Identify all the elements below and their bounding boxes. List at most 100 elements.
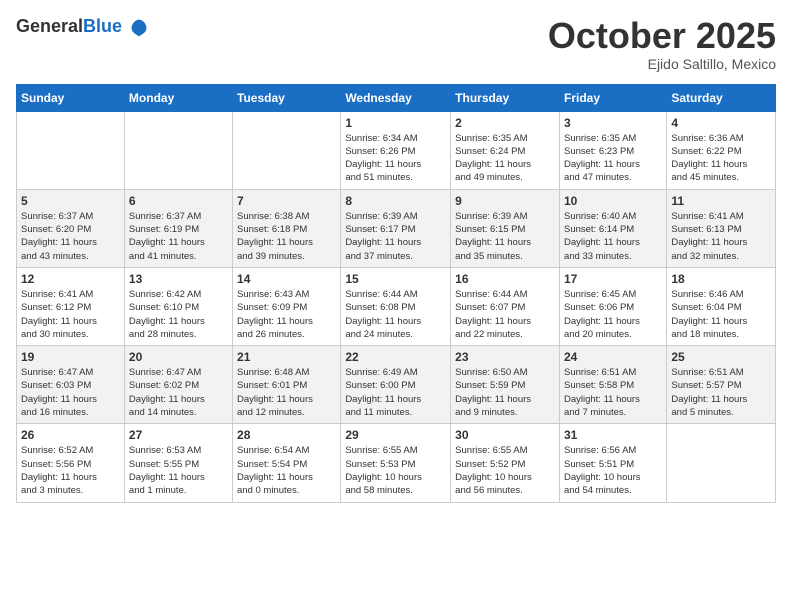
day-info: Sunrise: 6:44 AM Sunset: 6:07 PM Dayligh… — [455, 288, 555, 341]
day-info: Sunrise: 6:39 AM Sunset: 6:15 PM Dayligh… — [455, 210, 555, 263]
calendar-table: SundayMondayTuesdayWednesdayThursdayFrid… — [16, 84, 776, 503]
calendar-cell: 5 Sunrise: 6:37 AM Sunset: 6:20 PM Daylig… — [17, 189, 125, 267]
calendar-cell: 3Sunrise: 6:35 AM Sunset: 6:23 PM Daylig… — [559, 111, 666, 189]
calendar-cell: 28Sunrise: 6:54 AM Sunset: 5:54 PM Dayli… — [233, 424, 341, 502]
calendar-cell: 30 Sunrise: 6:55 AM Sunset: 5:52 PM Dayli… — [451, 424, 560, 502]
day-number: 12 — [21, 272, 120, 286]
calendar-cell: 9 Sunrise: 6:39 AM Sunset: 6:15 PM Daylig… — [451, 189, 560, 267]
calendar-week-5: 26Sunrise: 6:52 AM Sunset: 5:56 PM Dayli… — [17, 424, 776, 502]
day-info: Sunrise: 6:47 AM Sunset: 6:03 PM Dayligh… — [21, 366, 120, 419]
day-info: Sunrise: 6:52 AM Sunset: 5:56 PM Dayligh… — [21, 444, 120, 497]
day-number: 1 — [345, 116, 446, 130]
day-number: 11 — [671, 194, 771, 208]
day-number: 15 — [345, 272, 446, 286]
day-number: 3 — [564, 116, 662, 130]
day-info: Sunrise: 6:37 AM Sunset: 6:20 PM Dayligh… — [21, 210, 120, 263]
day-info: Sunrise: 6:41 AM Sunset: 6:12 PM Dayligh… — [21, 288, 120, 341]
day-info: Sunrise: 6:53 AM Sunset: 5:55 PM Dayligh… — [129, 444, 228, 497]
day-info: Sunrise: 6:56 AM Sunset: 5:51 PM Dayligh… — [564, 444, 662, 497]
day-number: 25 — [671, 350, 771, 364]
day-number: 22 — [345, 350, 446, 364]
day-info: Sunrise: 6:34 AM Sunset: 6:26 PM Dayligh… — [345, 132, 446, 185]
calendar-cell: 29Sunrise: 6:55 AM Sunset: 5:53 PM Dayli… — [341, 424, 451, 502]
calendar-week-4: 19 Sunrise: 6:47 AM Sunset: 6:03 PM Dayli… — [17, 346, 776, 424]
day-number: 18 — [671, 272, 771, 286]
logo-text-general: General — [16, 16, 83, 36]
calendar-cell: 17 Sunrise: 6:45 AM Sunset: 6:06 PM Dayli… — [559, 267, 666, 345]
location-title: Ejido Saltillo, Mexico — [548, 56, 776, 72]
day-number: 13 — [129, 272, 228, 286]
day-number: 5 — [21, 194, 120, 208]
logo: GeneralBlue — [16, 16, 149, 38]
logo-icon — [129, 18, 149, 38]
calendar-cell: 20 Sunrise: 6:47 AM Sunset: 6:02 PM Dayli… — [124, 346, 232, 424]
day-info: Sunrise: 6:51 AM Sunset: 5:58 PM Dayligh… — [564, 366, 662, 419]
day-info: Sunrise: 6:55 AM Sunset: 5:53 PM Dayligh… — [345, 444, 446, 497]
day-info: Sunrise: 6:42 AM Sunset: 6:10 PM Dayligh… — [129, 288, 228, 341]
calendar-cell: 24 Sunrise: 6:51 AM Sunset: 5:58 PM Dayli… — [559, 346, 666, 424]
day-info: Sunrise: 6:50 AM Sunset: 5:59 PM Dayligh… — [455, 366, 555, 419]
day-number: 10 — [564, 194, 662, 208]
day-info: Sunrise: 6:54 AM Sunset: 5:54 PM Dayligh… — [237, 444, 336, 497]
calendar-cell — [124, 111, 232, 189]
calendar-header: SundayMondayTuesdayWednesdayThursdayFrid… — [17, 84, 776, 111]
calendar-cell: 13 Sunrise: 6:42 AM Sunset: 6:10 PM Dayli… — [124, 267, 232, 345]
calendar-cell: 26Sunrise: 6:52 AM Sunset: 5:56 PM Dayli… — [17, 424, 125, 502]
calendar-week-1: 1 Sunrise: 6:34 AM Sunset: 6:26 PM Daylig… — [17, 111, 776, 189]
calendar-cell: 21 Sunrise: 6:48 AM Sunset: 6:01 PM Dayli… — [233, 346, 341, 424]
day-number: 14 — [237, 272, 336, 286]
day-info: Sunrise: 6:45 AM Sunset: 6:06 PM Dayligh… — [564, 288, 662, 341]
day-number: 17 — [564, 272, 662, 286]
calendar-week-3: 12 Sunrise: 6:41 AM Sunset: 6:12 PM Dayli… — [17, 267, 776, 345]
logo-text-blue: Blue — [83, 16, 122, 36]
calendar-cell: 23 Sunrise: 6:50 AM Sunset: 5:59 PM Dayli… — [451, 346, 560, 424]
day-number: 24 — [564, 350, 662, 364]
day-number: 20 — [129, 350, 228, 364]
weekday-header-monday: Monday — [124, 84, 232, 111]
calendar-cell: 19 Sunrise: 6:47 AM Sunset: 6:03 PM Dayli… — [17, 346, 125, 424]
day-number: 30 — [455, 428, 555, 442]
weekday-header-sunday: Sunday — [17, 84, 125, 111]
weekday-header-wednesday: Wednesday — [341, 84, 451, 111]
page-header: GeneralBlue October 2025 Ejido Saltillo,… — [16, 16, 776, 72]
day-info: Sunrise: 6:46 AM Sunset: 6:04 PM Dayligh… — [671, 288, 771, 341]
day-info: Sunrise: 6:38 AM Sunset: 6:18 PM Dayligh… — [237, 210, 336, 263]
weekday-header-saturday: Saturday — [667, 84, 776, 111]
day-number: 6 — [129, 194, 228, 208]
weekday-header-thursday: Thursday — [451, 84, 560, 111]
calendar-cell — [667, 424, 776, 502]
calendar-cell: 6 Sunrise: 6:37 AM Sunset: 6:19 PM Daylig… — [124, 189, 232, 267]
day-info: Sunrise: 6:39 AM Sunset: 6:17 PM Dayligh… — [345, 210, 446, 263]
calendar-cell: 1 Sunrise: 6:34 AM Sunset: 6:26 PM Daylig… — [341, 111, 451, 189]
day-info: Sunrise: 6:43 AM Sunset: 6:09 PM Dayligh… — [237, 288, 336, 341]
day-info: Sunrise: 6:48 AM Sunset: 6:01 PM Dayligh… — [237, 366, 336, 419]
calendar-cell: 7 Sunrise: 6:38 AM Sunset: 6:18 PM Daylig… — [233, 189, 341, 267]
calendar-cell: 12 Sunrise: 6:41 AM Sunset: 6:12 PM Dayli… — [17, 267, 125, 345]
day-number: 21 — [237, 350, 336, 364]
calendar-cell: 8 Sunrise: 6:39 AM Sunset: 6:17 PM Daylig… — [341, 189, 451, 267]
day-number: 9 — [455, 194, 555, 208]
day-number: 31 — [564, 428, 662, 442]
calendar-cell: 22Sunrise: 6:49 AM Sunset: 6:00 PM Dayli… — [341, 346, 451, 424]
calendar-body: 1 Sunrise: 6:34 AM Sunset: 6:26 PM Daylig… — [17, 111, 776, 502]
day-info: Sunrise: 6:40 AM Sunset: 6:14 PM Dayligh… — [564, 210, 662, 263]
calendar-cell: 15 Sunrise: 6:44 AM Sunset: 6:08 PM Dayli… — [341, 267, 451, 345]
day-info: Sunrise: 6:36 AM Sunset: 6:22 PM Dayligh… — [671, 132, 771, 185]
calendar-cell: 25 Sunrise: 6:51 AM Sunset: 5:57 PM Dayli… — [667, 346, 776, 424]
day-number: 16 — [455, 272, 555, 286]
month-title: October 2025 — [548, 16, 776, 56]
day-number: 23 — [455, 350, 555, 364]
title-block: October 2025 Ejido Saltillo, Mexico — [548, 16, 776, 72]
calendar-cell: 16 Sunrise: 6:44 AM Sunset: 6:07 PM Dayli… — [451, 267, 560, 345]
calendar-cell: 31 Sunrise: 6:56 AM Sunset: 5:51 PM Dayli… — [559, 424, 666, 502]
day-info: Sunrise: 6:55 AM Sunset: 5:52 PM Dayligh… — [455, 444, 555, 497]
day-info: Sunrise: 6:47 AM Sunset: 6:02 PM Dayligh… — [129, 366, 228, 419]
calendar-cell: 27Sunrise: 6:53 AM Sunset: 5:55 PM Dayli… — [124, 424, 232, 502]
day-number: 7 — [237, 194, 336, 208]
day-info: Sunrise: 6:44 AM Sunset: 6:08 PM Dayligh… — [345, 288, 446, 341]
calendar-cell: 2Sunrise: 6:35 AM Sunset: 6:24 PM Daylig… — [451, 111, 560, 189]
day-number: 8 — [345, 194, 446, 208]
day-info: Sunrise: 6:51 AM Sunset: 5:57 PM Dayligh… — [671, 366, 771, 419]
day-info: Sunrise: 6:37 AM Sunset: 6:19 PM Dayligh… — [129, 210, 228, 263]
day-number: 19 — [21, 350, 120, 364]
